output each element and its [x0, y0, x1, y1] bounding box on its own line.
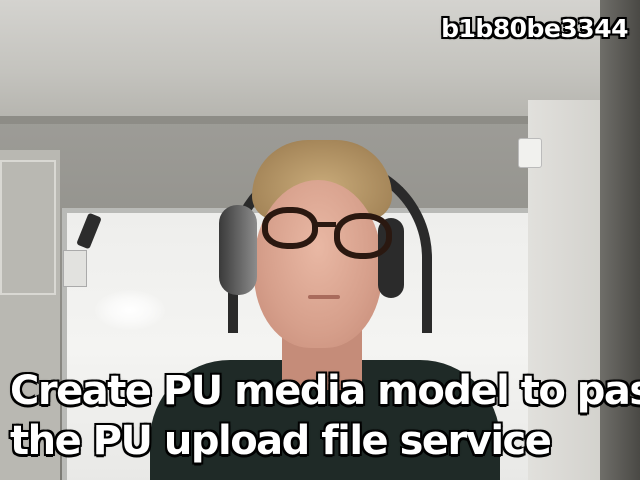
- watermark-id: b1b80be3344: [441, 14, 628, 43]
- face: [254, 180, 382, 348]
- caption-line: the PU upload file service: [10, 418, 552, 464]
- glasses-lens-left: [262, 207, 318, 249]
- glasses-bridge: [316, 222, 336, 227]
- caption: Create PU media model to pass the PU upl…: [10, 366, 640, 466]
- caption-line: Create PU media model to pass: [10, 368, 640, 414]
- glasses-lens-right: [334, 213, 392, 259]
- headphone-earcup-left: [219, 205, 257, 295]
- video-frame: b1b80be3344 Create PU media model to pas…: [0, 0, 640, 480]
- mouth: [308, 295, 340, 299]
